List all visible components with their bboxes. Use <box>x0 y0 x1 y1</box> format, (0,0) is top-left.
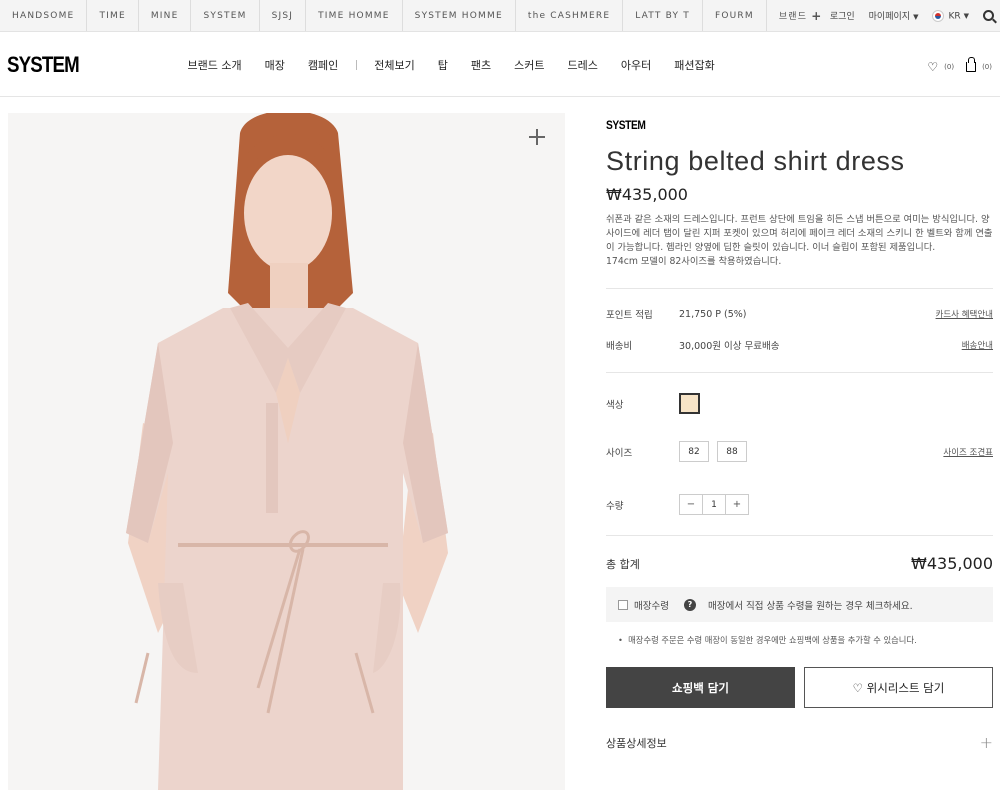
quantity-row: 수량 − 1 + <box>606 494 993 515</box>
action-buttons: 쇼핑백 담기 ♡ 위시리스트 담기 <box>606 667 993 708</box>
product-detail-panel: SYSTEM String belted shirt dress ₩435,00… <box>606 113 993 752</box>
shopping-bag-icon[interactable] <box>966 57 977 72</box>
color-swatch-beige[interactable] <box>679 393 700 414</box>
divider <box>606 535 993 536</box>
quantity-label: 수량 <box>606 500 624 512</box>
add-to-wishlist-button[interactable]: ♡ 위시리스트 담기 <box>804 667 993 708</box>
brand-more-button[interactable]: 브랜드 + <box>767 0 835 31</box>
nav-brand-intro[interactable]: 브랜드 소개 <box>176 57 253 73</box>
model-size-note: 174cm 모델이 82사이즈를 착용하였습니다. <box>606 256 782 267</box>
points-label: 포인트 적립 <box>606 310 653 321</box>
card-benefit-link[interactable]: 카드사 혜택안내 <box>936 308 993 320</box>
color-row: 색상 <box>606 393 993 414</box>
store-pickup-note-text: 매장수령 주문은 수령 매장이 동일한 경우에만 쇼핑백에 상품을 추가할 수 … <box>628 635 917 645</box>
nav-skirt[interactable]: 스커트 <box>503 57 556 73</box>
quantity-increase-button[interactable]: + <box>726 495 748 514</box>
product-price: ₩435,000 <box>606 185 688 204</box>
brand-link-sjsj[interactable]: SJSJ <box>260 0 307 31</box>
add-to-bag-button[interactable]: 쇼핑백 담기 <box>606 667 795 708</box>
header-actions: ♡ (0) (0) <box>927 57 992 74</box>
nav-accessories[interactable]: 패션잡화 <box>663 57 726 73</box>
size-row: 사이즈 82 88 사이즈 조견표 <box>606 441 993 462</box>
size-option-82[interactable]: 82 <box>679 441 709 462</box>
brand-link-mine[interactable]: MINE <box>139 0 192 31</box>
brand-link-system-homme[interactable]: SYSTEM HOMME <box>403 0 516 31</box>
heart-icon[interactable]: ♡ <box>927 60 938 74</box>
zoom-plus-icon[interactable] <box>529 129 545 145</box>
chevron-down-icon: ▼ <box>913 13 919 21</box>
expand-plus-icon[interactable]: + <box>980 733 993 752</box>
korea-flag-icon <box>932 9 945 22</box>
quantity-value[interactable]: 1 <box>702 495 726 514</box>
search-icon[interactable] <box>983 10 994 21</box>
quantity-decrease-button[interactable]: − <box>680 495 702 514</box>
main-header: SYSTEM 브랜드 소개 매장 캠페인 전체보기 탑 팬츠 스커트 드레스 아… <box>0 32 1000 97</box>
store-pickup-box: 매장수령 ? 매장에서 직접 상품 수령을 원하는 경우 체크하세요. <box>606 587 993 622</box>
brand-link-time-homme[interactable]: TIME HOMME <box>306 0 403 31</box>
main-nav: 브랜드 소개 매장 캠페인 전체보기 탑 팬츠 스커트 드레스 아우터 패션잡화 <box>176 32 726 97</box>
utility-menu: 로그인 마이페이지 ▼ KR ▼ <box>830 0 994 31</box>
brand-link-the-cashmere[interactable]: the CASHMERE <box>516 0 624 31</box>
product-detail-accordion[interactable]: 상품상세정보 + <box>606 733 993 752</box>
brand-bar: HANDSOME TIME MINE SYSTEM SJSJ TIME HOMM… <box>0 0 1000 32</box>
quantity-stepper: − 1 + <box>679 494 749 515</box>
site-logo[interactable]: SYSTEM <box>7 52 80 78</box>
points-row: 포인트 적립 21,750 P (5%) 카드사 혜택안내 <box>606 307 993 322</box>
login-link[interactable]: 로그인 <box>830 9 855 22</box>
chevron-down-icon: ▼ <box>963 12 969 20</box>
nav-all[interactable]: 전체보기 <box>363 57 426 73</box>
size-label: 사이즈 <box>606 447 633 459</box>
shipping-info-link[interactable]: 배송안내 <box>962 339 993 351</box>
nav-campaign[interactable]: 캠페인 <box>296 57 349 73</box>
brand-link-handsome[interactable]: HANDSOME <box>0 0 88 31</box>
store-pickup-checkbox[interactable] <box>618 599 628 610</box>
store-pickup-note: • 매장수령 주문은 수령 매장이 동일한 경우에만 쇼핑백에 상품을 추가할 … <box>618 635 917 645</box>
language-label: KR <box>948 11 961 21</box>
brand-more-label: 브랜드 <box>778 12 808 22</box>
store-pickup-label: 매장수령 <box>634 600 669 612</box>
brand-link-latt-by-t[interactable]: LATT BY T <box>623 0 703 31</box>
description-text: 쉬폰과 같은 소재의 드레스입니다. 프런트 상단에 트임을 히든 스냅 버튼으… <box>606 214 993 253</box>
divider <box>606 372 993 373</box>
brand-link-fourm[interactable]: FOURM <box>703 0 767 31</box>
product-name: String belted shirt dress <box>606 146 905 176</box>
help-icon[interactable]: ? <box>683 598 696 611</box>
model-photo-illustration <box>126 113 448 790</box>
nav-outer[interactable]: 아우터 <box>609 57 662 73</box>
nav-stores[interactable]: 매장 <box>253 57 296 73</box>
points-value: 21,750 P (5%) <box>679 308 747 320</box>
total-row: 총 합계 ₩435,000 <box>606 554 993 573</box>
brand-link-system[interactable]: SYSTEM <box>191 0 260 31</box>
brand-link-time[interactable]: TIME <box>87 0 139 31</box>
nav-top[interactable]: 탑 <box>426 57 459 73</box>
shipping-row: 배송비 30,000원 이상 무료배송 배송안내 <box>606 338 993 352</box>
nav-divider <box>355 59 357 70</box>
product-description: 쉬폰과 같은 소재의 드레스입니다. 프런트 상단에 트임을 히든 스냅 버튼으… <box>606 213 993 269</box>
wishlist-count: (0) <box>944 63 955 71</box>
plus-icon: + <box>811 8 823 23</box>
divider <box>606 288 993 289</box>
brand-links: HANDSOME TIME MINE SYSTEM SJSJ TIME HOMM… <box>0 0 835 31</box>
shipping-label: 배송비 <box>606 341 633 352</box>
color-label: 색상 <box>606 399 624 411</box>
mypage-label: 마이페이지 <box>868 12 911 22</box>
shipping-value: 30,000원 이상 무료배송 <box>679 341 780 352</box>
total-price: ₩435,000 <box>911 554 993 573</box>
size-option-88[interactable]: 88 <box>717 441 747 462</box>
product-brand[interactable]: SYSTEM <box>606 118 646 132</box>
store-pickup-text: 매장에서 직접 상품 수령을 원하는 경우 체크하세요. <box>707 600 913 612</box>
cart-count: (0) <box>982 63 992 71</box>
total-label: 총 합계 <box>606 557 640 571</box>
language-selector[interactable]: KR ▼ <box>932 9 969 22</box>
mypage-menu[interactable]: 마이페이지 ▼ <box>869 9 919 22</box>
product-image[interactable] <box>8 113 565 790</box>
size-chart-link[interactable]: 사이즈 조견표 <box>943 446 993 458</box>
nav-dress[interactable]: 드레스 <box>556 57 609 73</box>
accordion-label: 상품상세정보 <box>606 736 667 750</box>
nav-pants[interactable]: 팬츠 <box>459 57 502 73</box>
